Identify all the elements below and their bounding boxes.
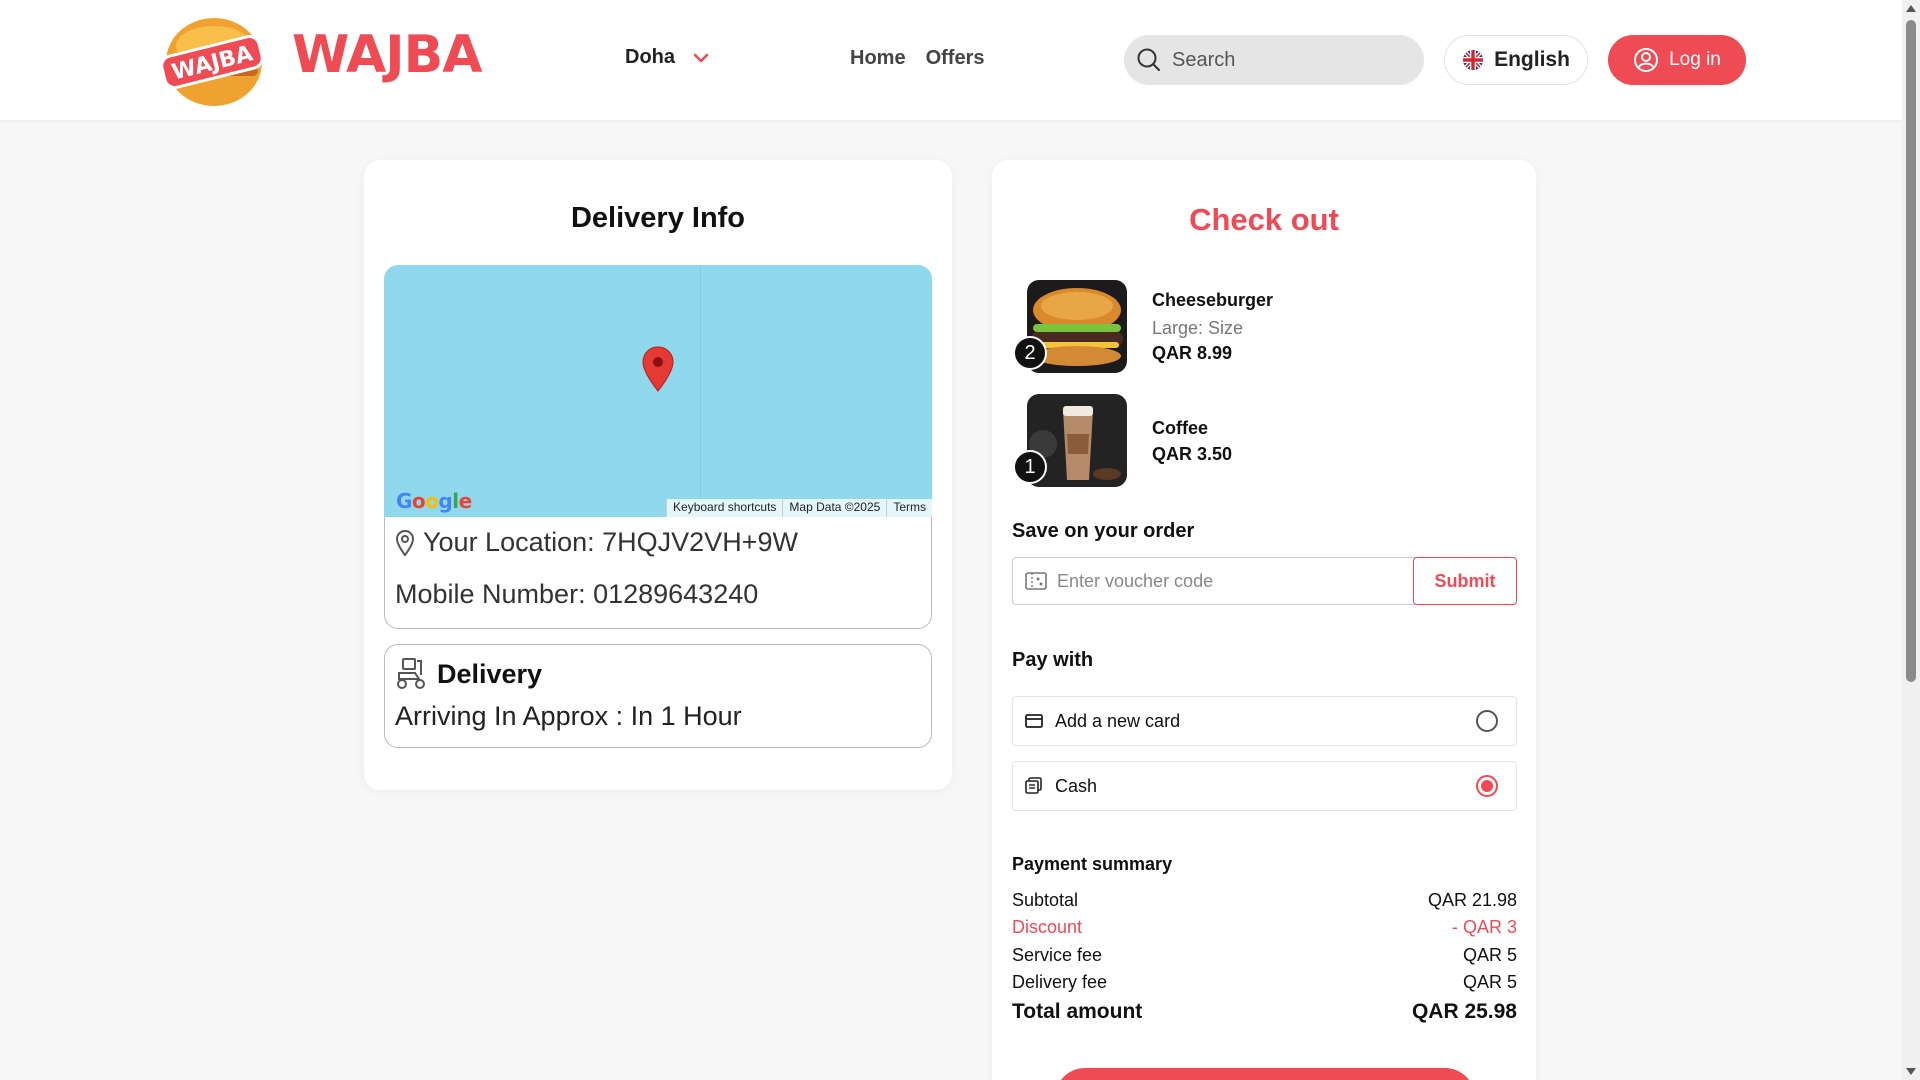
item-price: QAR 8.99 [1152,343,1233,363]
summary-value: QAR 5 [1462,972,1517,992]
payment-radio-card[interactable] [1476,710,1498,732]
summary-value: - QAR 3 [1451,917,1517,937]
location-line: Your Location: 7HQJV2VH+9W [395,527,798,558]
delivery-map[interactable]: Google Keyboard shortcuts Map Data ©2025… [384,265,932,517]
summary-label: Service fee [1012,945,1103,965]
summary-label: Delivery fee [1012,972,1108,992]
summary-row-total: Total amount QAR 25.98 [1012,1000,1517,1024]
payment-option-cash[interactable]: Cash [1012,761,1517,811]
voucher-section-label: Save on your order [1012,520,1195,542]
nav-offers[interactable]: Offers [926,47,985,70]
pay-with-label: Pay with [1012,649,1094,671]
item-price: QAR 3.50 [1152,444,1233,464]
location-details: Your Location: 7HQJV2VH+9W Mobile Number… [384,517,932,629]
login-button[interactable]: Log in [1608,35,1746,85]
map-terms-link[interactable]: Terms [886,499,932,517]
item-name: Coffee [1152,418,1209,438]
search-bar[interactable] [1124,35,1424,85]
summary-row-discount: Discount - QAR 3 [1012,917,1517,938]
scroll-down-arrow[interactable] [1906,1068,1916,1075]
payment-option-label: Cash [1055,775,1098,796]
total-label: Total amount [1012,1000,1143,1023]
summary-row-service-fee: Service fee QAR 5 [1012,945,1517,966]
search-input[interactable] [1172,48,1402,72]
item-size: Large: Size [1152,318,1244,338]
main-nav: Home Offers [850,47,984,70]
nav-home[interactable]: Home [850,47,906,70]
summary-row-subtotal: Subtotal QAR 21.98 [1012,890,1517,911]
city-label: Doha [625,46,675,68]
card-icon [1025,714,1043,728]
location-text: Your Location: 7HQJV2VH+9W [423,527,798,557]
chevron-down-icon [693,53,709,62]
quantity-badge: 2 [1013,336,1047,370]
google-logo: Google [396,489,472,513]
map-boundary-line [700,265,701,517]
payment-summary-title: Payment summary [1012,854,1173,874]
page-scrollbar[interactable] [1902,0,1920,1080]
payment-option-label: Add a new card [1055,710,1181,731]
location-pin-icon [395,529,415,557]
delivery-scooter-icon [397,658,425,689]
delivery-mode: Delivery [395,657,542,691]
map-attribution: Keyboard shortcuts Map Data ©2025 Terms [666,499,932,517]
brand-name[interactable]: WAJBA [292,22,482,88]
summary-label: Discount [1012,917,1083,937]
map-keyboard-shortcuts-link[interactable]: Keyboard shortcuts [666,499,783,517]
voucher-icon [1025,572,1047,590]
cash-icon [1025,777,1042,794]
delivery-mode-title: Delivery [437,658,543,689]
language-label: English [1494,48,1570,71]
summary-row-delivery-fee: Delivery fee QAR 5 [1012,972,1517,993]
map-data-label: Map Data ©2025 [782,499,887,517]
item-name: Cheeseburger [1152,290,1274,310]
summary-label: Subtotal [1012,890,1079,910]
payment-radio-cash[interactable] [1476,775,1498,797]
uk-flag-icon [1463,50,1484,70]
summary-value: QAR 5 [1462,945,1517,965]
scroll-up-arrow[interactable] [1906,5,1916,12]
top-header: WAJBA WAJBA Doha Home Offers Search Engl… [0,0,1902,120]
delivery-info-title: Delivery Info [570,202,746,234]
summary-value: QAR 21.98 [1427,890,1517,910]
quantity-badge: 1 [1013,450,1047,484]
city-selector[interactable]: Doha [625,46,709,69]
voucher-input[interactable] [1057,570,1413,592]
voucher-field: Submit [1012,557,1517,605]
delivery-eta-box: Delivery Arriving In Approx : In 1 Hour [384,644,932,748]
payment-option-card[interactable]: Add a new card [1012,696,1517,746]
search-icon [1137,48,1160,71]
language-selector[interactable]: English [1444,35,1588,85]
login-label: Log in [1669,49,1721,70]
user-icon [1634,48,1659,72]
checkout-title: Check out [1189,202,1339,237]
checkout-card: Check out 2 Cheeseburger Large: Size QAR… [992,160,1536,1080]
place-order-button[interactable] [1055,1068,1475,1080]
mobile-number: Mobile Number: 01289643240 [395,579,759,609]
map-pin-icon[interactable] [640,345,676,393]
total-value: QAR 25.98 [1411,1000,1517,1023]
delivery-eta: Arriving In Approx : In 1 Hour [395,701,742,731]
voucher-submit-button[interactable]: Submit [1413,557,1517,605]
wajba-logo-badge[interactable]: WAJBA [156,10,268,108]
delivery-info-card: Delivery Info Google Keyboard shortcuts … [364,160,952,790]
scroll-thumb[interactable] [1906,20,1916,682]
